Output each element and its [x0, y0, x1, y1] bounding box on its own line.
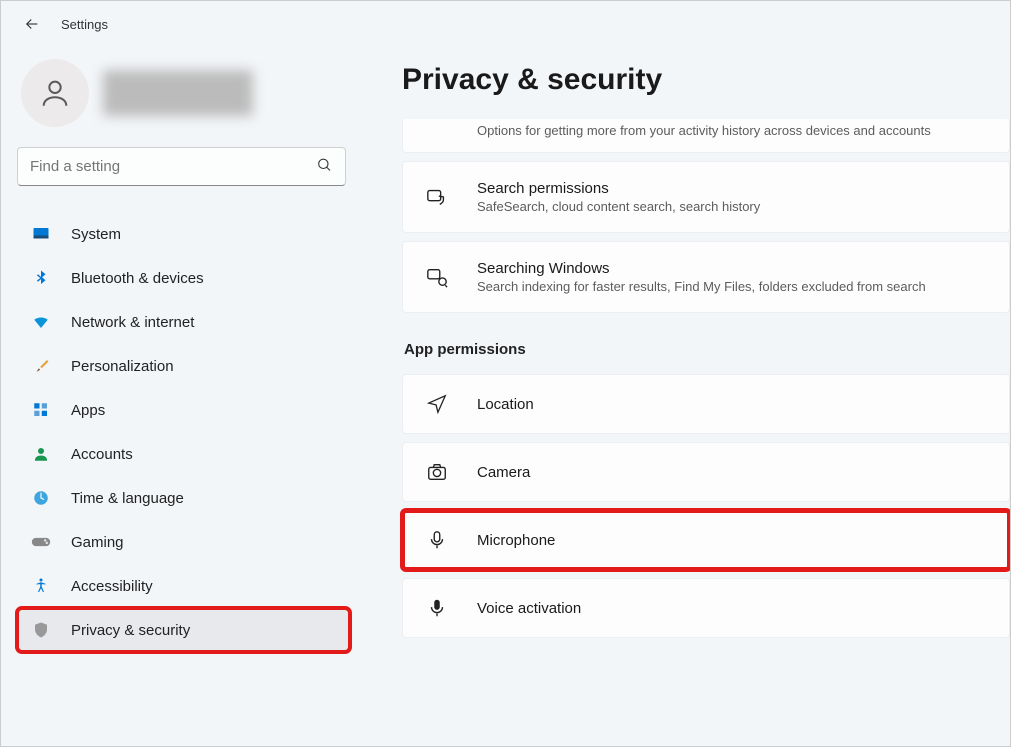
- nav-label: Gaming: [71, 534, 124, 551]
- search-icon: [316, 156, 332, 177]
- accessibility-icon: [31, 576, 51, 596]
- sidebar-item-accounts[interactable]: Accounts: [17, 432, 350, 476]
- username-redacted: [103, 70, 253, 116]
- main-panel: Privacy & security Options for getting m…: [356, 41, 1010, 744]
- search-shield-icon: [425, 186, 449, 208]
- search-container: [17, 147, 346, 186]
- sidebar-item-privacy[interactable]: Privacy & security: [17, 608, 350, 652]
- card-desc: SafeSearch, cloud content search, search…: [477, 199, 760, 214]
- nav-label: Privacy & security: [71, 622, 190, 639]
- card-location[interactable]: Location: [402, 374, 1010, 434]
- card-title: Camera: [477, 464, 530, 481]
- card-microphone[interactable]: Microphone: [402, 510, 1010, 570]
- nav-label: Network & internet: [71, 314, 194, 331]
- display-icon: [31, 224, 51, 244]
- card-title: Searching Windows: [477, 260, 926, 277]
- avatar: [21, 59, 89, 127]
- page-title: Privacy & security: [402, 63, 1010, 97]
- nav-label: Bluetooth & devices: [71, 270, 204, 287]
- nav-label: Accessibility: [71, 578, 153, 595]
- card-desc: Search indexing for faster results, Find…: [477, 279, 926, 294]
- microphone-icon: [425, 529, 449, 551]
- card-activity-history[interactable]: Options for getting more from your activ…: [402, 119, 1010, 153]
- nav-label: Personalization: [71, 358, 174, 375]
- card-title: Microphone: [477, 532, 555, 549]
- sidebar: System Bluetooth & devices Network & int…: [1, 41, 356, 744]
- person-icon: [31, 444, 51, 464]
- voice-icon: [425, 597, 449, 619]
- nav-list: System Bluetooth & devices Network & int…: [17, 212, 350, 652]
- settings-title: Settings: [61, 17, 108, 32]
- nav-label: Time & language: [71, 490, 184, 507]
- card-searching-windows[interactable]: Searching Windows Search indexing for fa…: [402, 241, 1010, 313]
- card-search-permissions[interactable]: Search permissions SafeSearch, cloud con…: [402, 161, 1010, 233]
- wifi-icon: [31, 312, 51, 332]
- back-button[interactable]: [23, 15, 41, 33]
- camera-icon: [425, 461, 449, 483]
- sidebar-item-accessibility[interactable]: Accessibility: [17, 564, 350, 608]
- sidebar-item-bluetooth[interactable]: Bluetooth & devices: [17, 256, 350, 300]
- nav-label: Apps: [71, 402, 105, 419]
- clock-globe-icon: [31, 488, 51, 508]
- apps-icon: [31, 400, 51, 420]
- nav-label: Accounts: [71, 446, 133, 463]
- location-icon: [425, 393, 449, 415]
- nav-label: System: [71, 226, 121, 243]
- indexing-icon: [425, 266, 449, 288]
- shield-icon: [31, 620, 51, 640]
- section-app-permissions: App permissions: [404, 341, 1010, 358]
- search-input[interactable]: [17, 147, 346, 186]
- card-title: Voice activation: [477, 600, 581, 617]
- card-desc: Options for getting more from your activ…: [477, 123, 931, 138]
- card-title: Search permissions: [477, 180, 760, 197]
- sidebar-item-system[interactable]: System: [17, 212, 350, 256]
- sidebar-item-personalization[interactable]: Personalization: [17, 344, 350, 388]
- gamepad-icon: [31, 532, 51, 552]
- sidebar-item-time[interactable]: Time & language: [17, 476, 350, 520]
- sidebar-item-network[interactable]: Network & internet: [17, 300, 350, 344]
- sidebar-item-gaming[interactable]: Gaming: [17, 520, 350, 564]
- profile-block[interactable]: [21, 59, 350, 127]
- card-camera[interactable]: Camera: [402, 442, 1010, 502]
- brush-icon: [31, 356, 51, 376]
- card-voice-activation[interactable]: Voice activation: [402, 578, 1010, 638]
- card-title: Location: [477, 396, 534, 413]
- window-header: Settings: [1, 1, 1010, 41]
- bluetooth-icon: [31, 268, 51, 288]
- sidebar-item-apps[interactable]: Apps: [17, 388, 350, 432]
